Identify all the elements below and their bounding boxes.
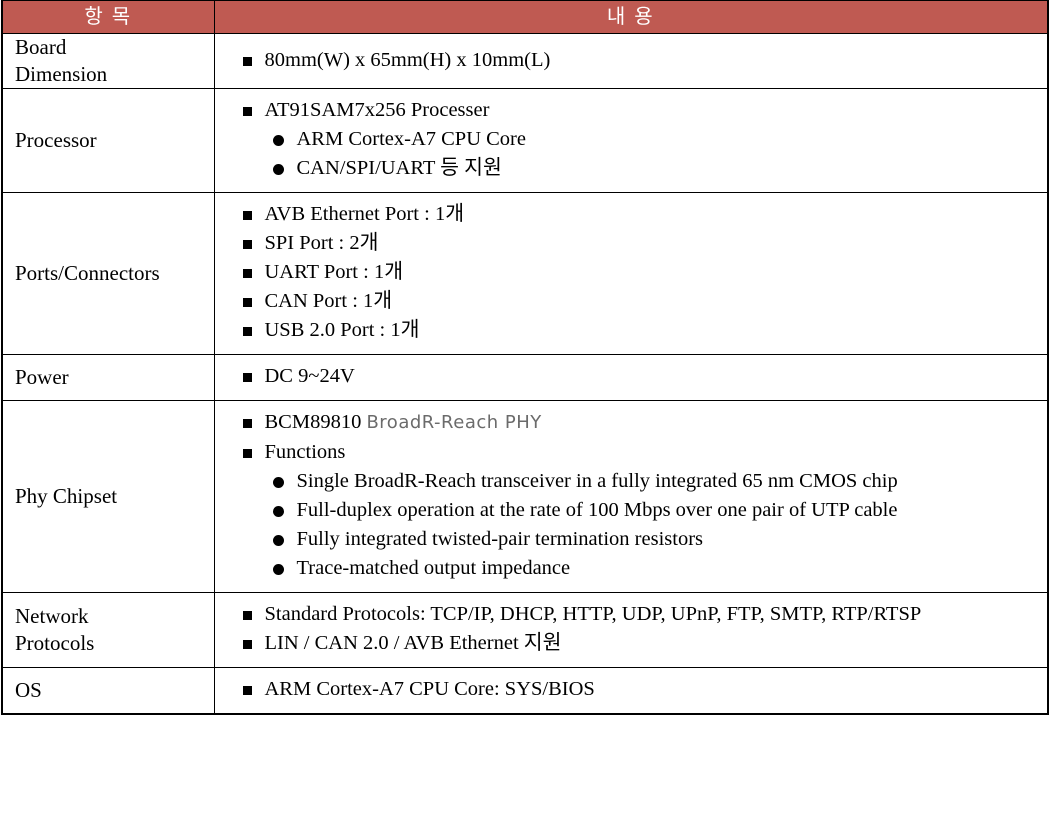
sub-bullet-text: CAN/SPI/UART 등 지원 (296, 157, 502, 179)
table-header: 항 목 내 용 (1, 0, 1049, 34)
table-body: Board Dimension 80mm(W) x 65mm(H) x 10mm(… (1, 33, 1049, 715)
table-row: Network Protocols Standard Protocols: TCP… (1, 592, 1049, 668)
bullet-list-level1: Standard Protocols: TCP/IP, DHCP, HTTP, … (215, 600, 1038, 657)
row-label-cell: Phy Chipset (1, 400, 215, 593)
row-label-cell: Processor (1, 88, 215, 193)
table-row: Power DC 9~24V (1, 354, 1049, 401)
bullet-text: USB 2.0 Port : 1개 (264, 319, 420, 341)
bullet-text: AVB Ethernet Port : 1개 (264, 203, 465, 225)
row-content-cell: ARM Cortex-A7 CPU Core: SYS/BIOS (213, 667, 1049, 715)
bullet-item: AVB Ethernet Port : 1개 (215, 200, 1038, 228)
row-content-cell: DC 9~24V (213, 354, 1049, 401)
table-row: Phy Chipset BCM89810 BroadR-Reach PHY Func… (1, 400, 1049, 593)
row-label: Network Protocols (15, 604, 95, 655)
header-label-content: 내 용 (606, 6, 655, 28)
table-row: Ports/Connectors AVB Ethernet Port : 1개 SP… (1, 192, 1049, 355)
row-label-cell: Board Dimension (1, 33, 215, 89)
bullet-item: AT91SAM7x256 Processer ARM Cortex-A7 CPU … (215, 96, 1038, 182)
bullet-item: SPI Port : 2개 (215, 229, 1038, 257)
sub-bullet-text: Fully integrated twisted-pair terminatio… (296, 528, 704, 550)
row-label: OS (15, 678, 42, 702)
sub-bullet-item: Full-duplex operation at the rate of 100… (265, 496, 1038, 524)
sub-bullet-text: ARM Cortex-A7 CPU Core (296, 128, 526, 150)
header-label-item: 항 목 (84, 6, 133, 28)
bullet-list-level1: 80mm(W) x 65mm(H) x 10mm(L) (215, 46, 1038, 74)
bullet-text: Standard Protocols: TCP/IP, DHCP, HTTP, … (264, 603, 922, 625)
sub-bullet-text: Full-duplex operation at the rate of 100… (296, 499, 898, 521)
bullet-text-suffix: BroadR-Reach PHY (366, 412, 542, 433)
bullet-item: USB 2.0 Port : 1개 (215, 316, 1038, 344)
row-content-cell: 80mm(W) x 65mm(H) x 10mm(L) (213, 33, 1049, 89)
bullet-item: ARM Cortex-A7 CPU Core: SYS/BIOS (215, 675, 1038, 703)
bullet-item: Standard Protocols: TCP/IP, DHCP, HTTP, … (215, 600, 1038, 628)
sub-bullet-text: Trace-matched output impedance (296, 557, 571, 579)
bullet-list-level2: Single BroadR-Reach transceiver in a ful… (265, 467, 1038, 582)
sub-bullet-item: CAN/SPI/UART 등 지원 (265, 154, 1038, 182)
bullet-item: UART Port : 1개 (215, 258, 1038, 286)
row-content-cell: AT91SAM7x256 Processer ARM Cortex-A7 CPU … (213, 88, 1049, 193)
sub-bullet-item: Trace-matched output impedance (265, 554, 1038, 582)
row-label-cell: Network Protocols (1, 592, 215, 668)
sub-bullet-text: Single BroadR-Reach transceiver in a ful… (296, 470, 898, 492)
bullet-item: DC 9~24V (215, 362, 1038, 390)
bullet-list-level1: BCM89810 BroadR-Reach PHY Functions Single… (215, 408, 1038, 582)
bullet-text: ARM Cortex-A7 CPU Core: SYS/BIOS (264, 678, 595, 700)
row-label: Processor (15, 128, 97, 152)
header-cell-content: 내 용 (213, 0, 1049, 34)
table-row: OS ARM Cortex-A7 CPU Core: SYS/BIOS (1, 667, 1049, 715)
specification-table: 항 목 내 용 Board Dimension 80mm(W) x 65mm(H)… (1, 0, 1049, 715)
bullet-text: AT91SAM7x256 Processer (264, 99, 490, 121)
row-label: Board Dimension (15, 35, 108, 86)
row-label: Phy Chipset (15, 484, 118, 508)
bullet-list-level1: ARM Cortex-A7 CPU Core: SYS/BIOS (215, 675, 1038, 703)
bullet-text: Functions (264, 441, 346, 463)
sub-bullet-item: Fully integrated twisted-pair terminatio… (265, 525, 1038, 553)
bullet-item: Functions Single BroadR-Reach transceiver… (215, 438, 1038, 582)
row-label: Power (15, 365, 69, 389)
sub-bullet-item: Single BroadR-Reach transceiver in a ful… (265, 467, 1038, 495)
bullet-text: BCM89810 (264, 411, 362, 433)
row-content-cell: Standard Protocols: TCP/IP, DHCP, HTTP, … (213, 592, 1049, 668)
bullet-list-level2: ARM Cortex-A7 CPU Core CAN/SPI/UART 등 지원 (265, 125, 1038, 182)
bullet-text: UART Port : 1개 (264, 261, 404, 283)
bullet-text: CAN Port : 1개 (264, 290, 393, 312)
bullet-text: DC 9~24V (264, 365, 355, 387)
bullet-text: LIN / CAN 2.0 / AVB Ethernet 지원 (264, 632, 562, 654)
bullet-list-level1: AVB Ethernet Port : 1개 SPI Port : 2개 UART … (215, 200, 1038, 344)
bullet-item: 80mm(W) x 65mm(H) x 10mm(L) (215, 46, 1038, 74)
table-row: Processor AT91SAM7x256 Processer ARM Corte… (1, 88, 1049, 193)
bullet-list-level1: AT91SAM7x256 Processer ARM Cortex-A7 CPU … (215, 96, 1038, 182)
table-row: Board Dimension 80mm(W) x 65mm(H) x 10mm(… (1, 33, 1049, 89)
bullet-list-level1: DC 9~24V (215, 362, 1038, 390)
row-label-cell: Power (1, 354, 215, 401)
row-label-cell: Ports/Connectors (1, 192, 215, 355)
bullet-item: BCM89810 BroadR-Reach PHY (215, 408, 1038, 437)
header-row: 항 목 내 용 (1, 0, 1049, 34)
bullet-text: SPI Port : 2개 (264, 232, 379, 254)
bullet-text: 80mm(W) x 65mm(H) x 10mm(L) (264, 48, 551, 71)
bullet-item: CAN Port : 1개 (215, 287, 1038, 315)
row-content-cell: BCM89810 BroadR-Reach PHY Functions Single… (213, 400, 1049, 593)
row-label-cell: OS (1, 667, 215, 715)
bullet-item: LIN / CAN 2.0 / AVB Ethernet 지원 (215, 629, 1038, 657)
header-cell-item: 항 목 (1, 0, 215, 34)
sub-bullet-item: ARM Cortex-A7 CPU Core (265, 125, 1038, 153)
row-label: Ports/Connectors (15, 261, 160, 285)
row-content-cell: AVB Ethernet Port : 1개 SPI Port : 2개 UART … (213, 192, 1049, 355)
